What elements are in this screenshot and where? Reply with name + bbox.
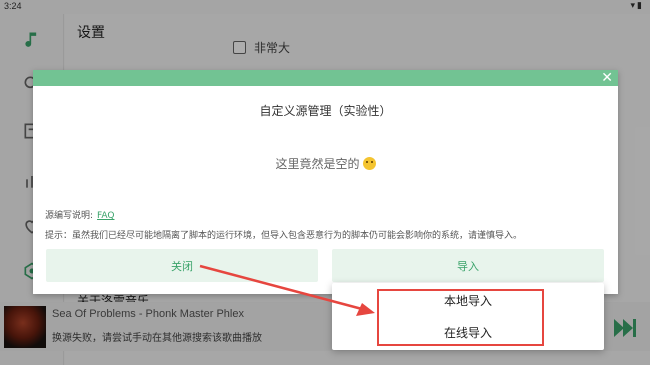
highlight-box: [377, 289, 544, 346]
source-help: 源编写说明: FAQ: [45, 208, 114, 221]
custom-source-dialog: ✕ 自定义源管理（实验性） 这里竟然是空的 源编写说明: FAQ 提示：虽然我们已…: [33, 70, 618, 294]
import-button[interactable]: 导入: [332, 249, 604, 282]
close-button[interactable]: 关闭: [46, 249, 318, 282]
close-icon[interactable]: ✕: [601, 70, 613, 86]
dialog-header: ✕: [33, 70, 618, 86]
empty-text: 这里竟然是空的: [275, 157, 360, 171]
dialog-title: 自定义源管理（实验性）: [259, 104, 392, 118]
help-label: 源编写说明:: [45, 211, 94, 221]
warning-tip: 提示：虽然我们已经尽可能地隔离了脚本的运行环境，但导入包含恶意行为的脚本仍可能会…: [45, 231, 523, 241]
empty-state: 这里竟然是空的: [33, 155, 618, 172]
emoji-icon: [362, 157, 376, 170]
faq-link[interactable]: FAQ: [97, 211, 114, 221]
